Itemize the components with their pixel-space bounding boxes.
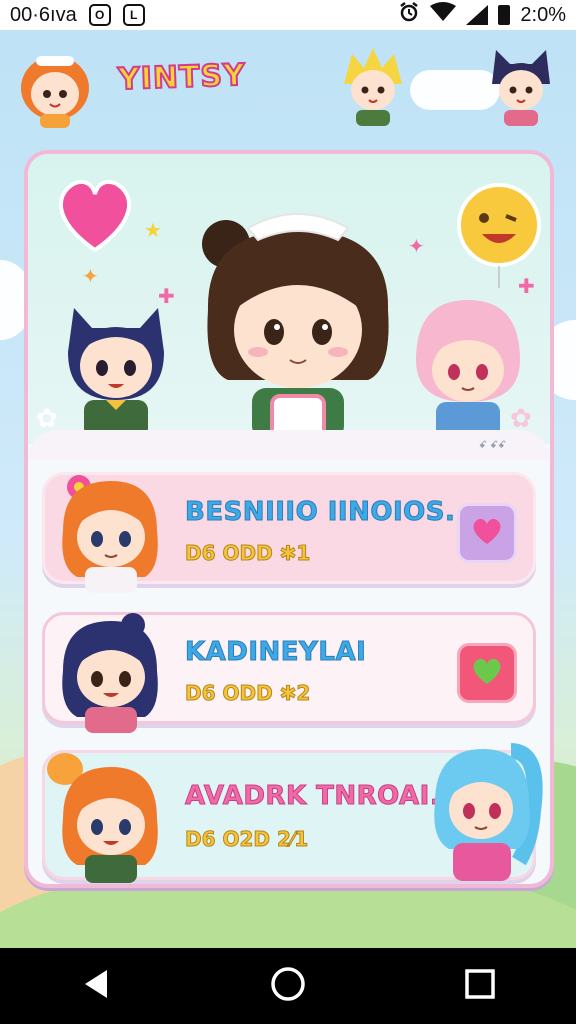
back-button[interactable] [66, 956, 126, 1016]
star-icon: ✦ [82, 264, 99, 288]
star-icon: ★ [144, 218, 162, 242]
item-subtitle: D6 O2D 2⁄1 [184, 827, 309, 852]
home-button[interactable] [258, 956, 318, 1016]
item-subtitle: D6 ODD ✱1 [184, 541, 311, 566]
notification-icon: L [122, 4, 145, 26]
avatar[interactable] [336, 44, 410, 132]
status-left: 00·6ıᴠa O L [10, 4, 145, 27]
character-illustration [178, 200, 418, 444]
list-item[interactable]: AVADRK TNROAI. D6 O2D 2⁄1 [42, 743, 543, 883]
item-title: BESNIIIO IINOIOS. [184, 497, 456, 528]
avatar [49, 467, 169, 597]
recents-button[interactable] [450, 956, 510, 1016]
heart-icon [50, 168, 140, 263]
list-item[interactable]: KADINEYLAI D6 ODD ✱2 [42, 612, 536, 733]
hero-divider [28, 430, 550, 460]
avatar [39, 743, 169, 884]
character-illustration [406, 290, 530, 444]
navigation-bar [0, 948, 576, 1024]
recents-icon [464, 968, 496, 1004]
favorite-button[interactable] [457, 643, 517, 703]
status-bar: 00·6ıᴠa O L 2:0% [0, 0, 576, 30]
avatar[interactable] [484, 44, 558, 132]
alarm-icon [398, 1, 420, 29]
item-title: AVADRK TNROAI. [184, 781, 441, 812]
avatar [49, 607, 169, 737]
status-left-text: 00·6ıᴠa [10, 3, 77, 26]
list-item[interactable]: BESNIIIO IINOIOS. D6 ODD ✱1 [42, 472, 536, 593]
character-illustration [56, 288, 176, 442]
signal-icon [466, 5, 489, 25]
favorite-button[interactable] [457, 503, 517, 563]
hero-caption: ꗃ ꗃꗃ [478, 440, 506, 451]
notification-icon: O [88, 4, 111, 26]
hero-banner: ★ ✦ ✦ ✚ ✚ ✿ ✿ [28, 154, 550, 444]
back-icon [81, 968, 111, 1004]
battery-icon [498, 5, 511, 25]
item-title: KADINEYLAI [184, 637, 367, 668]
status-right: 2:0% [398, 1, 566, 29]
item-subtitle: D6 ODD ✱2 [184, 681, 311, 706]
app-title: YINTSY [116, 57, 247, 98]
app-screen: YINTSY ★ ✦ ✦ ✚ ✚ ✿ ✿ ꗃ ꗃꗃ BESNIIIO IINOI… [0, 30, 576, 948]
heart-icon [471, 516, 503, 550]
status-time: 2:0% [520, 3, 566, 26]
home-icon [270, 966, 306, 1006]
main-card: ★ ✦ ✦ ✚ ✚ ✿ ✿ ꗃ ꗃꗃ BESNIIIO IINOIOS. D6 … [24, 150, 554, 888]
wifi-icon [430, 2, 457, 28]
character-illustration [423, 731, 543, 884]
avatar[interactable] [14, 44, 96, 134]
heart-icon [471, 656, 503, 690]
